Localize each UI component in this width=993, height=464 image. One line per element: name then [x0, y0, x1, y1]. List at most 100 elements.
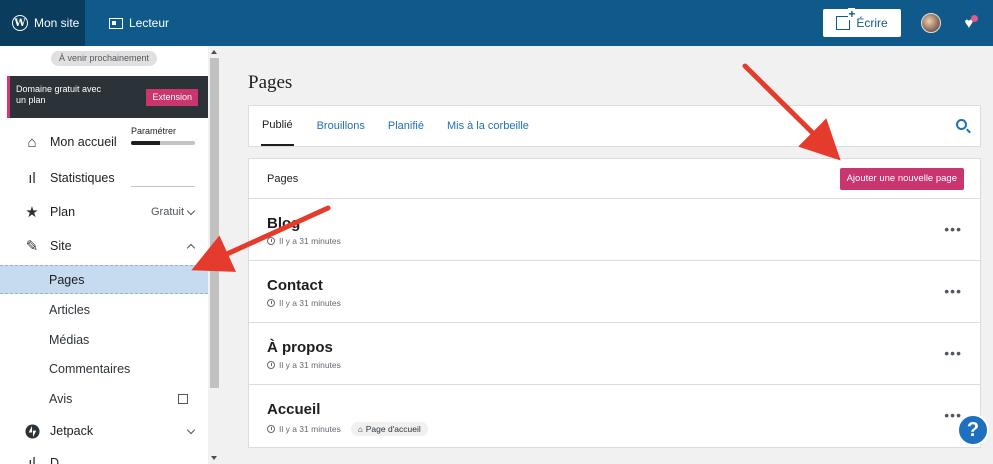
sidebar-item-plan[interactable]: ★ Plan Gratuit	[0, 197, 208, 227]
page-modified-time: Il y a 31 minutes	[279, 424, 341, 434]
page-row[interactable]: Contact Il y a 31 minutes •••	[249, 261, 980, 323]
jetpack-icon	[24, 423, 40, 439]
my-site-label: Mon site	[34, 16, 80, 30]
search-icon[interactable]	[956, 119, 967, 130]
page-row[interactable]: À propos Il y a 31 minutes •••	[249, 323, 980, 385]
setup-progress[interactable]: Paramétrer	[131, 126, 195, 145]
promo-text: Domaine gratuit avec un plan	[16, 84, 102, 105]
sidebar-subitem-articles[interactable]: Articles	[0, 295, 208, 324]
star-icon: ★	[25, 204, 39, 221]
sidebar-subitem-label: Pages	[49, 272, 85, 287]
more-actions-icon[interactable]: •••	[944, 346, 962, 360]
sidebar-item-more[interactable]: ıl D...	[0, 448, 208, 464]
page-title-link[interactable]: Accueil	[267, 401, 980, 418]
homepage-badge-label: Page d'accueil	[365, 424, 421, 434]
pages-list: Pages Ajouter une nouvelle page Blog Il …	[248, 158, 981, 448]
scroll-down-arrow-icon[interactable]	[211, 456, 217, 460]
reader-icon	[109, 17, 123, 29]
add-new-page-button[interactable]: Ajouter une nouvelle page	[839, 168, 964, 190]
sidebar-scrollbar[interactable]	[208, 46, 221, 464]
page-modified-time: Il y a 31 minutes	[279, 298, 341, 308]
more-actions-icon[interactable]: •••	[944, 408, 962, 422]
wordpress-logo-icon: W	[12, 15, 28, 31]
sidebar-item-label: Site	[50, 239, 72, 253]
tab-scheduled[interactable]: Planifié	[388, 106, 424, 146]
pages-list-header: Pages Ajouter une nouvelle page	[249, 159, 980, 199]
more-actions-icon[interactable]: •••	[944, 284, 962, 298]
chevron-down-icon	[186, 425, 196, 434]
page-modified-time: Il y a 31 minutes	[279, 236, 341, 246]
my-site-button[interactable]: W Mon site	[0, 0, 85, 46]
write-button[interactable]: Écrire	[823, 8, 901, 37]
sidebar-item-jetpack[interactable]: Jetpack	[0, 416, 208, 446]
home-icon: ⌂	[357, 424, 363, 434]
sidebar-item-label: Jetpack	[50, 424, 94, 438]
stats-icon: ıl	[28, 169, 36, 187]
plan-status-label: Gratuit	[150, 206, 184, 218]
home-icon: ⌂	[27, 133, 37, 151]
sidebar-item-label: Statistiques	[50, 171, 115, 185]
stats-sparkline	[131, 186, 195, 187]
reader-button[interactable]: Lecteur	[109, 16, 169, 30]
chevron-up-icon	[186, 243, 196, 252]
page-meta: Il y a 31 minutes	[267, 236, 980, 246]
sidebar-subitem-feedback[interactable]: Avis	[0, 384, 208, 413]
sidebar-subitem-label: Avis	[49, 391, 73, 406]
page-meta: Il y a 31 minutes	[267, 360, 980, 370]
clock-icon	[267, 425, 275, 433]
menu-icon: ıl	[28, 454, 36, 464]
page-modified-time: Il y a 31 minutes	[279, 360, 341, 370]
page-title: Pages	[248, 72, 293, 93]
notifications-button[interactable]: ♥	[959, 13, 979, 33]
sidebar-subitem-media[interactable]: Médias	[0, 325, 208, 354]
homepage-badge: ⌂ Page d'accueil	[350, 422, 428, 436]
page-row[interactable]: Accueil Il y a 31 minutes ⌂ Page d'accue…	[249, 385, 980, 447]
external-link-icon	[178, 393, 188, 404]
notification-dot	[971, 15, 978, 22]
plan-status: Gratuit	[150, 206, 196, 218]
page-meta: Il y a 31 minutes	[267, 298, 980, 308]
tab-published[interactable]: Publié	[261, 106, 294, 146]
scroll-up-arrow-icon[interactable]	[211, 50, 217, 54]
sidebar-item-stats[interactable]: ıl Statistiques	[0, 163, 208, 193]
sidebar-subitem-label: Médias	[49, 332, 90, 347]
scrollbar-thumb[interactable]	[210, 58, 219, 388]
sidebar-item-site[interactable]: ✎ Site	[0, 231, 208, 261]
page-title-link[interactable]: À propos	[267, 339, 980, 356]
sidebar-subitem-comments[interactable]: Commentaires	[0, 354, 208, 383]
sidebar-item-home[interactable]: ⌂ Mon accueil Paramétrer	[0, 124, 208, 160]
write-label: Écrire	[856, 16, 888, 30]
page-row[interactable]: Blog Il y a 31 minutes •••	[249, 199, 980, 261]
status-tabs: Publié Brouillons Planifié Mis à la corb…	[248, 105, 981, 147]
tab-drafts[interactable]: Brouillons	[317, 106, 365, 146]
clock-icon	[267, 361, 275, 369]
chevron-down-icon	[186, 206, 196, 215]
sidebar-item-label: Mon accueil	[50, 135, 117, 149]
sidebar-subitem-label: Commentaires	[49, 361, 131, 376]
jetpack-toggle	[186, 425, 196, 434]
setup-progress-bar	[131, 141, 195, 145]
sidebar-item-label: Plan	[50, 205, 76, 219]
sidebar-item-label: D...	[50, 456, 70, 464]
pencil-icon: ✎	[25, 238, 39, 255]
sidebar-subitem-label: Articles	[49, 302, 90, 317]
coming-soon-badge: À venir prochainement	[51, 51, 158, 66]
domain-promo-banner[interactable]: Domaine gratuit avec un plan Extension	[7, 76, 208, 118]
help-button[interactable]: ?	[957, 414, 989, 446]
setup-label: Paramétrer	[131, 126, 177, 136]
upgrade-button[interactable]: Extension	[146, 89, 198, 106]
more-actions-icon[interactable]: •••	[944, 222, 962, 236]
sidebar-subitem-pages[interactable]: Pages	[0, 265, 208, 294]
page-title-link[interactable]: Contact	[267, 277, 980, 294]
site-toggle	[186, 242, 196, 252]
sidebar: À venir prochainement Domaine gratuit av…	[0, 46, 208, 464]
write-icon	[836, 8, 856, 30]
clock-icon	[267, 237, 275, 245]
avatar[interactable]	[921, 13, 941, 33]
setup-progress-fill	[131, 141, 160, 145]
tab-trash[interactable]: Mis à la corbeille	[447, 106, 529, 146]
masterbar: W Mon site Lecteur Écrire ♥	[0, 0, 993, 46]
page-title-link[interactable]: Blog	[267, 215, 980, 232]
reader-label: Lecteur	[129, 16, 170, 30]
page-meta: Il y a 31 minutes ⌂ Page d'accueil	[267, 422, 980, 436]
